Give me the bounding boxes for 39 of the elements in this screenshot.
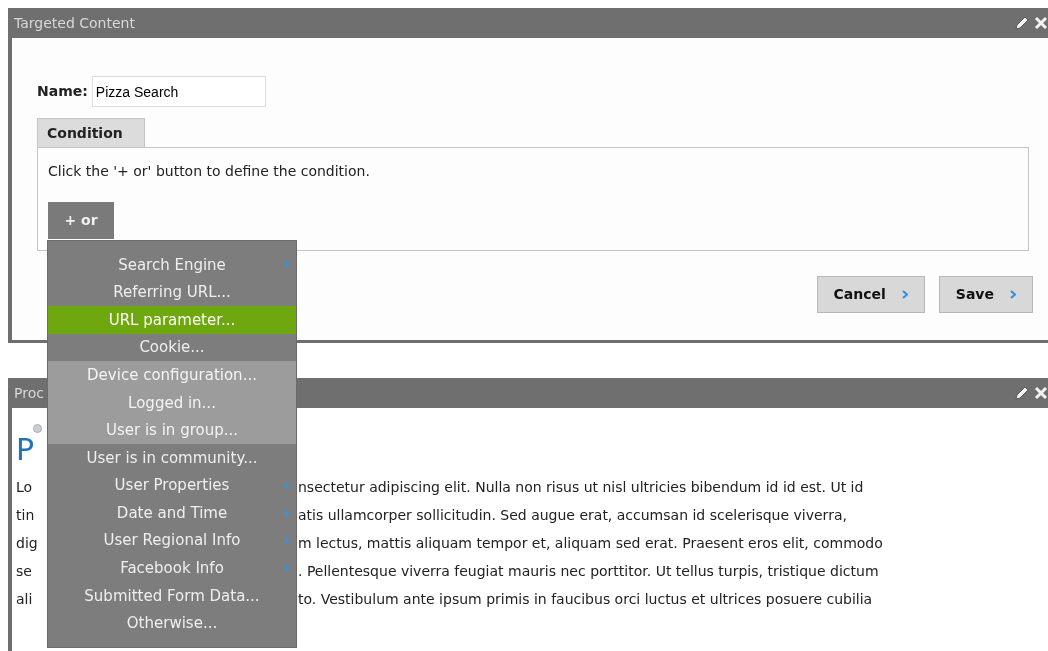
body-text: Lo: [16, 478, 33, 495]
condition-hint: Click the '+ or' button to define the condition.: [48, 162, 371, 181]
menu-item[interactable]: Search Engine: [48, 251, 296, 279]
menu-item[interactable]: Logged in...: [48, 388, 296, 417]
body-text: m lectus, mattis aliquam tempor et, aliquam sed erat. Praesent eros elit, commodo: [298, 533, 883, 553]
body-text: nsectetur adipiscing elit. Nulla non risus ut nisl ultricies bibendum id id est. Ut id: [298, 477, 864, 497]
pencil-icon[interactable]: [1014, 385, 1030, 401]
name-input[interactable]: Pizza Search: [91, 76, 266, 107]
menu-item[interactable]: Date and Time: [48, 499, 296, 527]
menu-item[interactable]: User is in group...: [48, 416, 296, 445]
cancel-button[interactable]: Cancel: [816, 276, 925, 313]
menu-item[interactable]: URL parameter...: [48, 306, 296, 334]
add-or-button[interactable]: + or: [48, 202, 114, 239]
menu-item[interactable]: Device configuration...: [48, 361, 296, 389]
name-label: Name:: [37, 82, 88, 101]
menu-item[interactable]: User is in community...: [48, 444, 296, 472]
save-button[interactable]: Save: [938, 276, 1033, 313]
body-text: ali: [16, 590, 33, 607]
panel-title: Proc: [14, 383, 44, 403]
body-text: dig: [16, 534, 38, 551]
menu-item[interactable]: User Regional Info: [48, 526, 296, 555]
chevron-right-icon: [1010, 290, 1016, 299]
body-text: se: [16, 562, 32, 579]
body-text: to. Vestibulum ante ipsum primis in faucibus orci luctus et ultrices posuere cubilia: [298, 589, 873, 609]
menu-item[interactable]: User Properties: [48, 471, 296, 500]
menu-item[interactable]: Otherwise...: [48, 609, 296, 638]
panel-title: Targeted Content: [14, 13, 135, 33]
menu-item[interactable]: Facebook Info: [48, 554, 296, 583]
body-text: atis ullamcorper sollicitudin. Sed augue erat, accumsan id scelerisque viverra,: [298, 505, 847, 525]
menu-item[interactable]: Submitted Form Data...: [48, 582, 296, 610]
body-text: . Pellentesque viverra feugiat mauris nec porttitor. Ut tellus turpis, tristique dictum: [298, 561, 879, 581]
chevron-right-icon: [901, 290, 908, 299]
menu-item[interactable]: Referring URL...: [48, 278, 296, 307]
close-icon[interactable]: [1034, 16, 1048, 30]
pencil-icon[interactable]: [1014, 15, 1030, 31]
close-icon[interactable]: [1034, 386, 1048, 400]
body-text: tin: [16, 506, 35, 523]
content-heading: P: [16, 433, 35, 467]
menu-item[interactable]: Cookie...: [48, 333, 296, 362]
